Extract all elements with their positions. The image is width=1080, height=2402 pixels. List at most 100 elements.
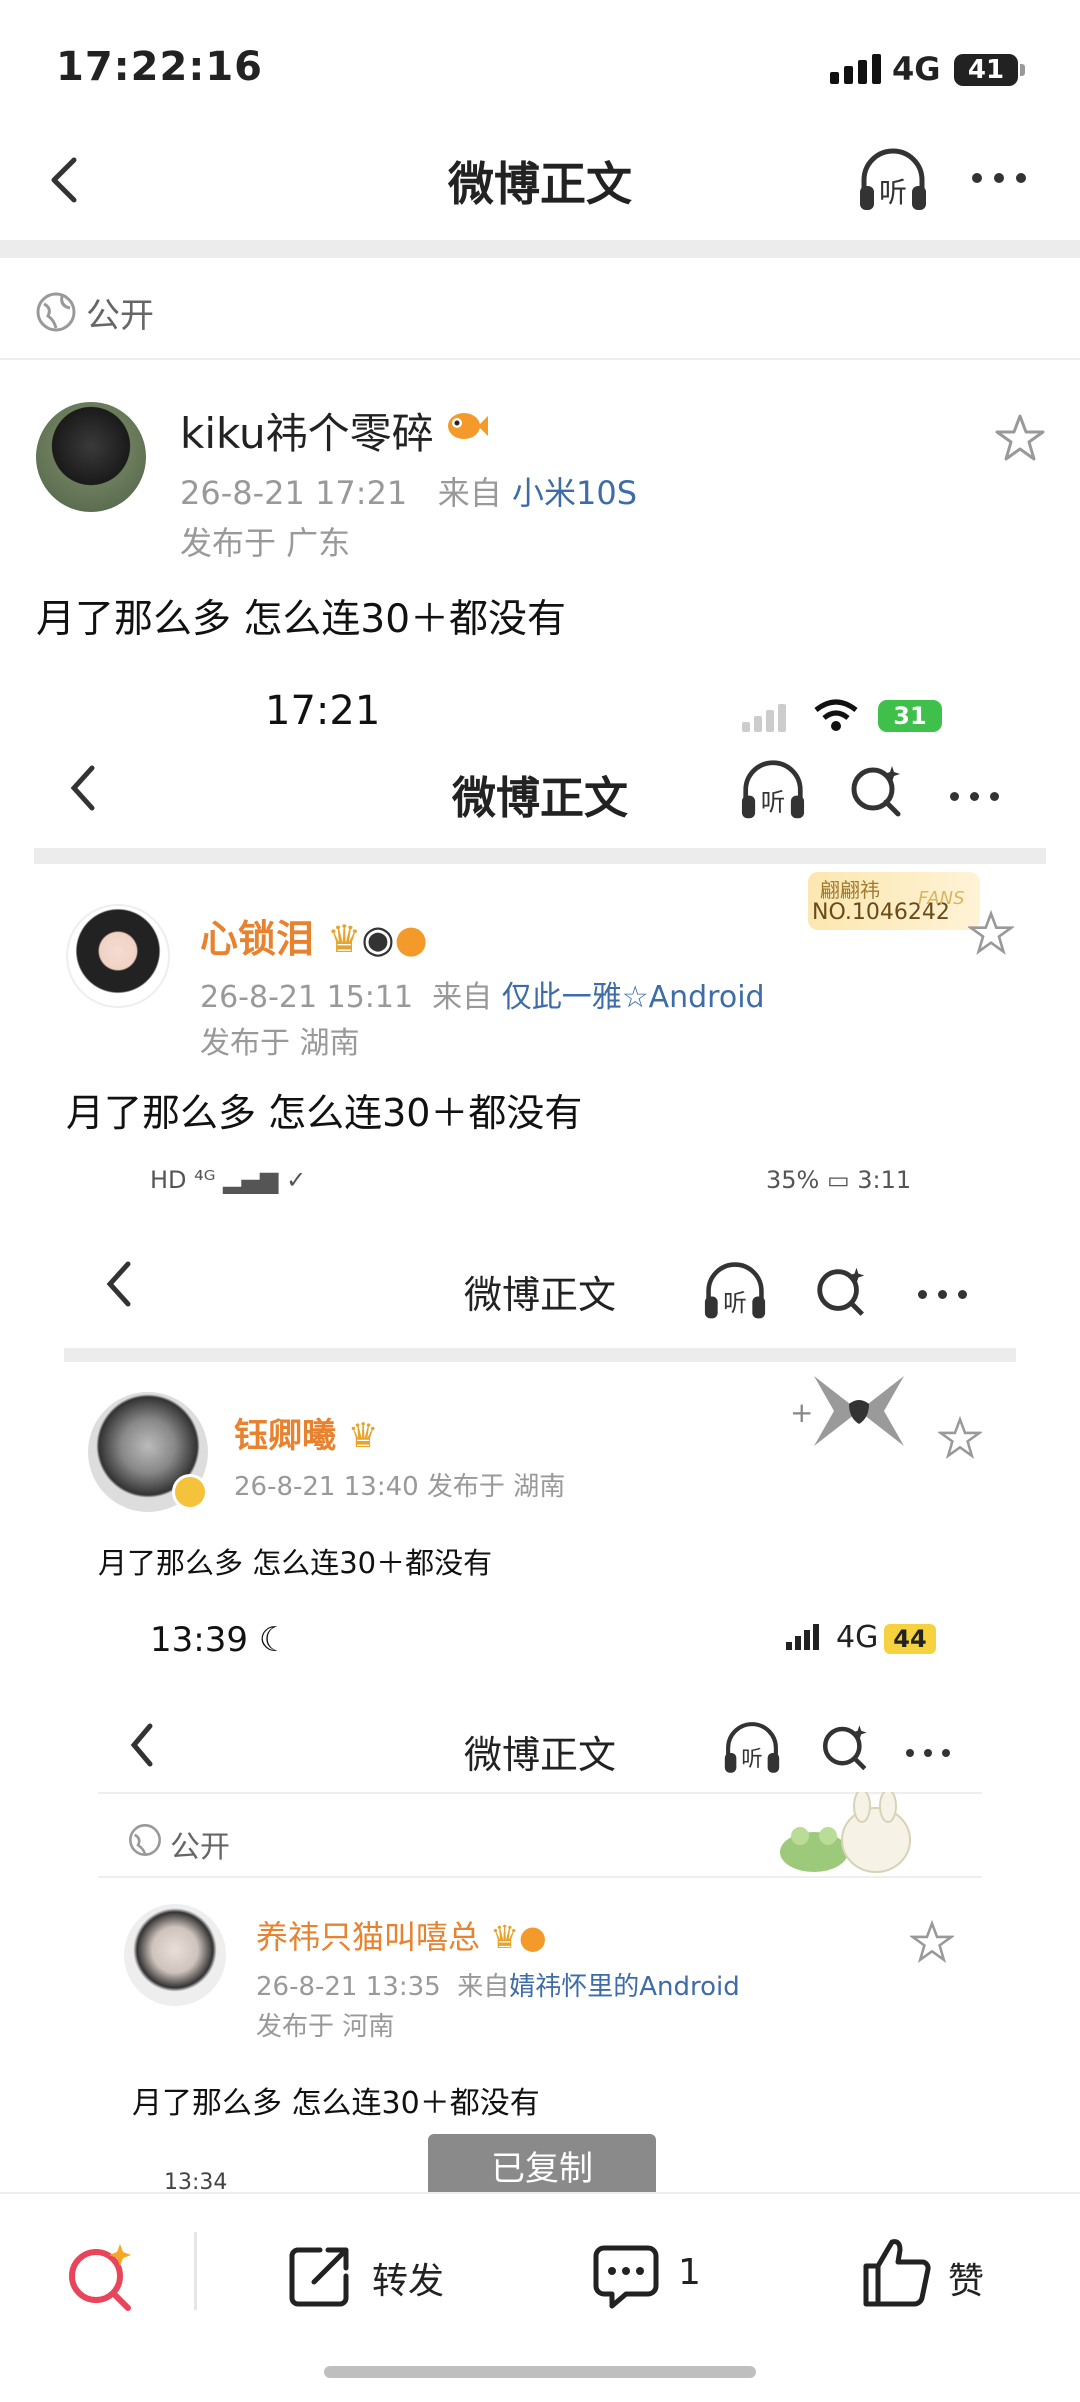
battery-icon: 31 [878, 700, 942, 732]
headphones-icon: 听 [724, 1722, 780, 1773]
crown-badge-icon: ♛ [490, 1918, 519, 1956]
signal-icon [742, 704, 790, 732]
source-prefix: 来自 [437, 474, 502, 512]
embedded-time: 3:11 [857, 1166, 912, 1194]
comment-icon[interactable] [590, 2240, 662, 2312]
like-button[interactable]: 赞 [948, 2252, 984, 2304]
listen-label: 听 [879, 176, 907, 209]
embedded-username: 养祎只猫叫嘻总 ♛● [256, 1912, 547, 1958]
listen-label: 听 [741, 1747, 762, 1772]
embedded-status-time: 13:39 ☾ [150, 1620, 289, 1660]
signal-icon [830, 54, 886, 84]
embedded-username-text: 钰卿曦 [234, 1416, 336, 1456]
globe-icon [36, 292, 76, 332]
embedded-location: 发布于 湖南 [200, 1026, 360, 1061]
thumbs-up-icon[interactable] [860, 2234, 934, 2310]
headphones-icon: 听 [704, 1262, 766, 1319]
crown-badge-icon: ♛ [347, 1416, 379, 1456]
more-icon[interactable] [972, 168, 1038, 187]
frog-bunny-sticker-icon [780, 1792, 911, 1873]
avatar[interactable] [36, 402, 146, 512]
embedded-username: 心锁泪 ♛◉● [200, 908, 428, 963]
username[interactable]: kiku祎个零碎 [180, 400, 434, 461]
embedded-status-time: 17:21 [265, 688, 381, 734]
fish-badge-icon: ● [518, 1918, 547, 1956]
embedded-post-text: 月了那么多 怎么连30＋都没有 [66, 1091, 583, 1135]
more-icon [918, 1284, 978, 1303]
comment-count[interactable]: 1 [678, 2252, 701, 2293]
favorite-star-icon [910, 1920, 954, 1963]
post-source[interactable]: 小米10S [512, 474, 637, 512]
svg-text:+: + [790, 1396, 813, 1429]
embedded-status-time: 13:34 [164, 2170, 228, 2190]
network-type: 4G [892, 50, 941, 88]
embedded-status-right: 35% ▭ 3:11 [766, 1166, 912, 1194]
embedded-username-text: 养祎只猫叫嘻总 [256, 1918, 481, 1956]
embedded-time: 13:39 [150, 1620, 248, 1660]
fans-badge-name: 翩翩祎 [820, 878, 880, 902]
embedded-username: 钰卿曦 ♛ [234, 1408, 378, 1457]
divider [98, 1876, 982, 1878]
visibility-label: 公开 [170, 1830, 230, 1865]
wifi-icon [814, 699, 858, 731]
search-icon [817, 1267, 865, 1316]
divider [194, 2232, 197, 2310]
source-prefix: 来自 [432, 980, 493, 1015]
divider [34, 848, 1046, 864]
more-icon [950, 786, 1010, 805]
butterfly-decoration-icon: + [790, 1376, 904, 1446]
battery-cap [1020, 64, 1025, 76]
repost-icon[interactable] [284, 2240, 356, 2312]
post-image[interactable]: 17:21 31 微博正文 听 心锁泪 ♛◉● 翩翩祎 NO.1046242 F… [0, 680, 1080, 2190]
moon-icon: ☾ [258, 1620, 290, 1660]
embedded-status-left: HD ⁴ᴳ ▂▄▆ ✓ [150, 1166, 307, 1194]
status-bar: 17:22:16 4G 41 [0, 0, 1080, 130]
post-location: 发布于 广东 [180, 524, 351, 562]
signal-icon [786, 1624, 819, 1654]
favorite-star-icon [938, 1416, 982, 1459]
embedded-date: 26-8-21 13:35 [256, 1972, 441, 2002]
visibility-label: 公开 [86, 296, 154, 336]
battery-percent: 35% [766, 1166, 820, 1194]
embedded-meta: 26-8-21 13:40 发布于 湖南 [234, 1472, 566, 1502]
status-time: 17:22:16 [56, 44, 263, 90]
battery-icon: 41 [954, 54, 1018, 86]
divider [0, 240, 1080, 258]
embedded-username-text: 心锁泪 [200, 917, 315, 961]
status-hd: HD ⁴ᴳ [150, 1166, 216, 1194]
fish-badge-icon: ● [394, 917, 428, 961]
embedded-post-text: 月了那么多 怎么连30＋都没有 [98, 1546, 493, 1580]
avatar [124, 1904, 226, 2006]
divider [0, 358, 1080, 360]
headphones-icon: 听 [860, 148, 926, 210]
fish-badge-icon [448, 413, 488, 439]
headphones-icon: 听 [741, 760, 805, 819]
home-indicator[interactable] [324, 2366, 756, 2378]
search-icon[interactable] [62, 2238, 138, 2314]
battery-icon: 44 [884, 1624, 936, 1654]
post-text: 月了那么多 怎么连30＋都没有 [36, 597, 567, 642]
search-icon [822, 1725, 867, 1771]
listen-label: 听 [761, 788, 785, 817]
embedded-source: 仅此一雅☆Android [501, 980, 765, 1015]
listen-label: 听 [723, 1289, 747, 1317]
repost-button[interactable]: 转发 [372, 2252, 444, 2304]
embedded-meta: 26-8-21 13:35 来自婧祎怀里的Android [256, 1966, 740, 2003]
network-type: 4G [836, 1620, 879, 1655]
fans-badge-tag: FANS [918, 888, 965, 909]
panda-icon: ◉ [361, 917, 395, 961]
post-date: 26-8-21 17:21 [180, 474, 408, 512]
post-meta: 26-8-21 17:21 来自 小米10S [180, 468, 637, 514]
globe-icon [129, 1824, 161, 1856]
source-prefix: 来自 [457, 1972, 510, 2002]
embedded-meta: 26-8-21 15:11 来自 仅此一雅☆Android [200, 972, 765, 1016]
verified-badge-icon [172, 1474, 208, 1510]
divider [64, 1348, 1016, 1362]
search-icon [851, 766, 901, 817]
favorite-star-icon[interactable] [994, 412, 1046, 464]
embedded-date: 26-8-21 15:11 [200, 980, 414, 1015]
listen-button[interactable]: 听 [856, 146, 930, 214]
avatar [66, 904, 170, 1008]
more-icon [906, 1742, 960, 1761]
embedded-title: 微博正文 [452, 773, 628, 824]
